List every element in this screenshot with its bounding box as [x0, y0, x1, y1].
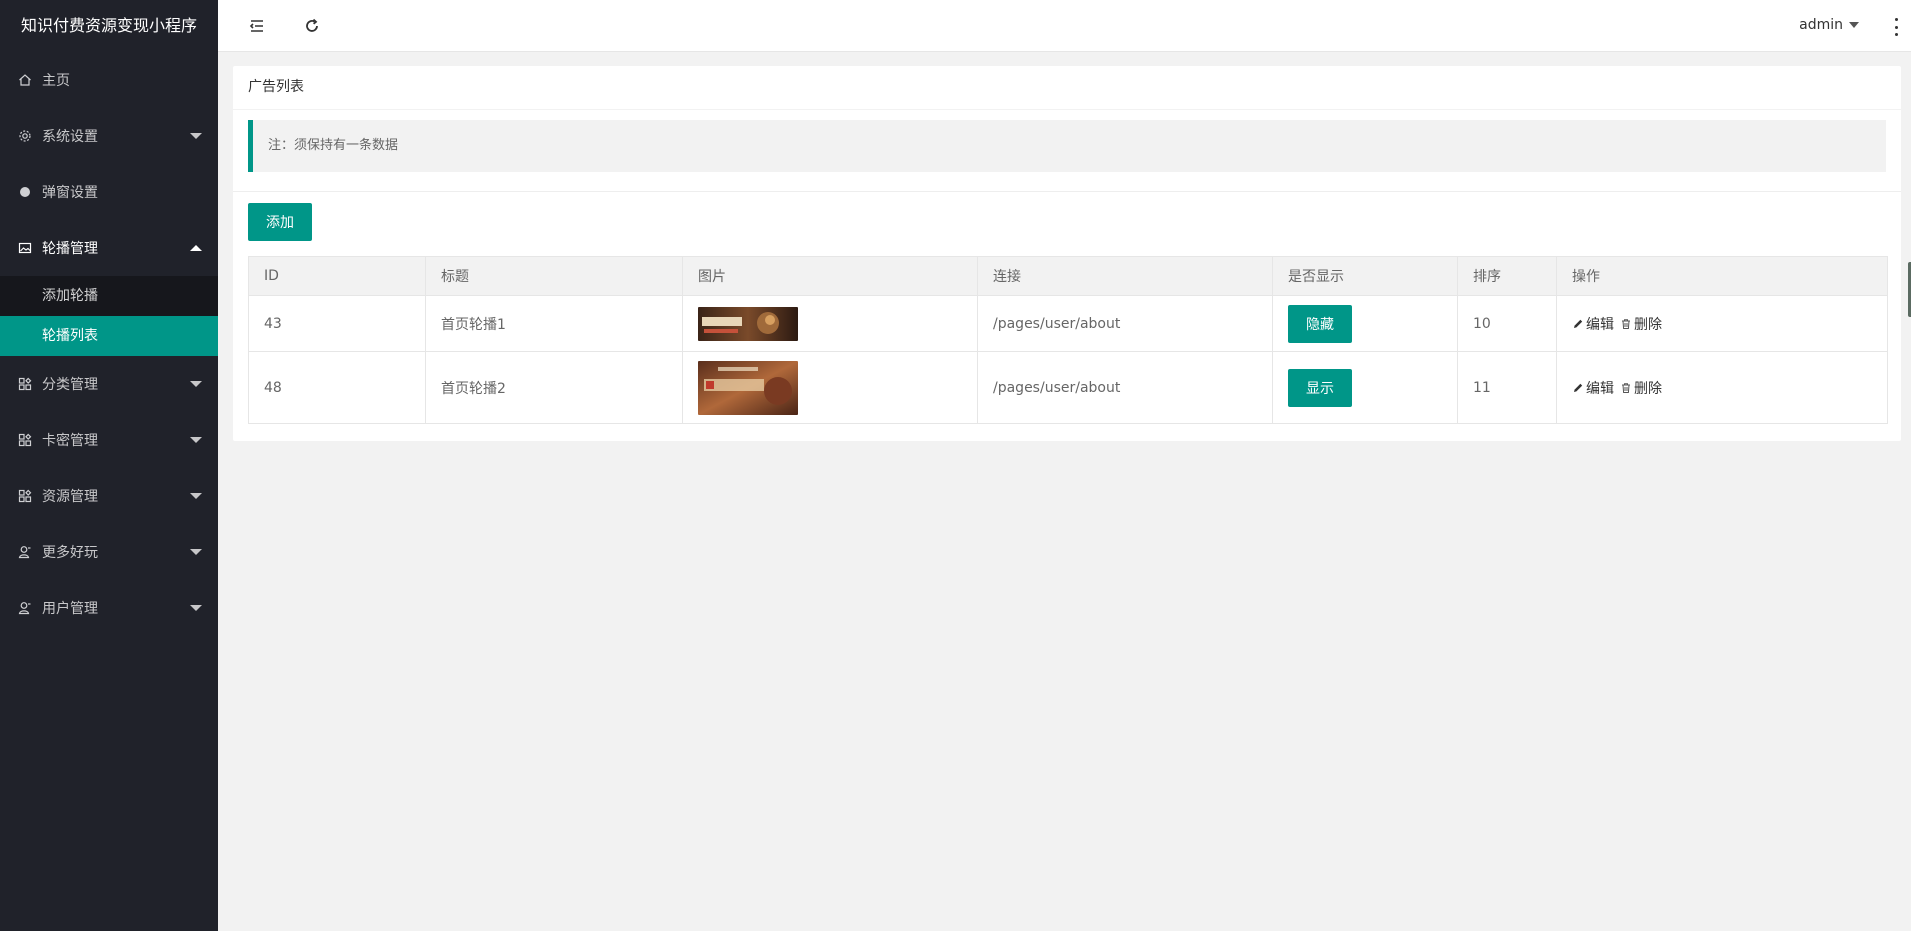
column-header-visible: 是否显示	[1272, 256, 1458, 296]
home-icon	[18, 73, 32, 87]
delete-label: 删除	[1634, 380, 1662, 397]
sidebar-item-popup-settings[interactable]: 弹窗设置	[0, 164, 218, 220]
edit-label: 编辑	[1586, 380, 1614, 397]
edit-link[interactable]: 编辑	[1572, 314, 1614, 334]
sidebar-subitem-add-carousel[interactable]: 添加轮播	[0, 276, 218, 316]
user-icon	[18, 601, 32, 615]
table-header-row: ID 标题 图片 连接 是否显示 排序 操作	[248, 256, 1888, 296]
sidebar-item-label: 资源管理	[42, 489, 98, 505]
banner-thumbnail[interactable]	[698, 360, 798, 415]
ad-list-card: 广告列表 注：须保持有一条数据 添加 ID 标题 图片 连接 是否显示 排序 操…	[233, 66, 1901, 441]
column-header-sort: 排序	[1457, 256, 1557, 296]
carousel-submenu: 添加轮播 轮播列表	[0, 276, 218, 356]
divider	[233, 191, 1901, 192]
app-title: 知识付费资源变现小程序	[20, 16, 197, 35]
more-vertical-icon[interactable]	[1889, 18, 1903, 36]
edit-link[interactable]: 编辑	[1572, 378, 1614, 398]
banner-thumbnail[interactable]	[698, 306, 798, 341]
sidebar-item-category[interactable]: 分类管理	[0, 356, 218, 412]
sidebar-item-label: 更多好玩	[42, 545, 98, 561]
chevron-up-icon	[190, 245, 202, 251]
trash-icon	[1622, 318, 1630, 329]
sidebar-nav: 主页 系统设置 弹窗设置 轮播管理 添加轮播 轮播列表 分类管理 卡密管理 资源…	[0, 52, 218, 636]
circle-icon	[18, 185, 32, 199]
cell-sort: 10	[1457, 295, 1557, 352]
sidebar-item-label: 弹窗设置	[42, 185, 98, 201]
sidebar-item-label: 系统设置	[42, 129, 98, 145]
cell-title: 首页轮播2	[425, 351, 683, 424]
cell-sort: 11	[1457, 351, 1557, 424]
sidebar-item-label: 主页	[42, 73, 70, 89]
sidebar-item-more-fun[interactable]: 更多好玩	[0, 524, 218, 580]
card-title: 广告列表	[233, 66, 1901, 110]
cell-image	[682, 295, 978, 352]
sidebar-item-label: 分类管理	[42, 377, 98, 393]
cell-visible: 显示	[1272, 351, 1458, 424]
cell-actions: 编辑 删除	[1556, 351, 1888, 424]
toggle-visibility-button[interactable]: 显示	[1288, 368, 1352, 407]
cell-link: /pages/user/about	[977, 295, 1273, 352]
sidebar-item-carousel[interactable]: 轮播管理	[0, 220, 218, 276]
top-header: admin	[218, 0, 1911, 52]
chevron-down-icon	[1849, 22, 1859, 28]
cell-visible: 隐藏	[1272, 295, 1458, 352]
cell-id: 43	[248, 295, 426, 352]
column-header-title: 标题	[425, 256, 683, 296]
toggle-visibility-button[interactable]: 隐藏	[1288, 304, 1352, 343]
sidebar-item-card-secret[interactable]: 卡密管理	[0, 412, 218, 468]
chevron-down-icon	[190, 493, 202, 499]
chevron-down-icon	[190, 133, 202, 139]
column-header-link: 连接	[977, 256, 1273, 296]
sidebar-subitem-carousel-list[interactable]: 轮播列表	[0, 316, 218, 356]
sidebar-item-resource[interactable]: 资源管理	[0, 468, 218, 524]
app-grid-icon	[18, 377, 32, 391]
sidebar-item-label: 用户管理	[42, 601, 98, 617]
ad-table: ID 标题 图片 连接 是否显示 排序 操作 43 首页轮播1 /pages/u…	[248, 256, 1888, 424]
pencil-icon	[1574, 383, 1583, 392]
sidebar: 知识付费资源变现小程序 主页 系统设置 弹窗设置 轮播管理 添加轮播 轮播列表 …	[0, 0, 218, 931]
trash-icon	[1622, 382, 1630, 393]
column-header-id: ID	[248, 256, 426, 296]
table-row: 48 首页轮播2 /pages/user/about 显示 11 编辑 删除	[248, 351, 1888, 424]
chevron-down-icon	[190, 605, 202, 611]
refresh-icon[interactable]	[302, 16, 322, 36]
sidebar-item-system-settings[interactable]: 系统设置	[0, 108, 218, 164]
cell-actions: 编辑 删除	[1556, 295, 1888, 352]
delete-label: 删除	[1634, 316, 1662, 333]
app-grid-icon	[18, 433, 32, 447]
chevron-down-icon	[190, 437, 202, 443]
cell-id: 48	[248, 351, 426, 424]
sidebar-item-label: 轮播管理	[42, 241, 98, 257]
image-icon	[18, 241, 32, 255]
username: admin	[1799, 17, 1843, 33]
delete-link[interactable]: 删除	[1620, 378, 1662, 398]
cell-link: /pages/user/about	[977, 351, 1273, 424]
add-button[interactable]: 添加	[248, 203, 312, 241]
cell-title: 首页轮播1	[425, 295, 683, 352]
delete-link[interactable]: 删除	[1620, 314, 1662, 334]
user-menu[interactable]: admin	[1799, 17, 1859, 33]
app-grid-icon	[18, 489, 32, 503]
notice-box: 注：须保持有一条数据	[248, 120, 1886, 172]
column-header-image: 图片	[682, 256, 978, 296]
cell-image	[682, 351, 978, 424]
sidebar-item-label: 卡密管理	[42, 433, 98, 449]
column-header-actions: 操作	[1556, 256, 1888, 296]
collapse-menu-icon[interactable]	[247, 16, 267, 36]
sidebar-item-home[interactable]: 主页	[0, 52, 218, 108]
gear-icon	[18, 129, 32, 143]
chevron-down-icon	[190, 549, 202, 555]
sidebar-item-user-management[interactable]: 用户管理	[0, 580, 218, 636]
user-icon	[18, 545, 32, 559]
edit-label: 编辑	[1586, 316, 1614, 333]
pencil-icon	[1574, 319, 1583, 328]
table-row: 43 首页轮播1 /pages/user/about 隐藏 10 编辑 删除	[248, 295, 1888, 352]
chevron-down-icon	[190, 381, 202, 387]
